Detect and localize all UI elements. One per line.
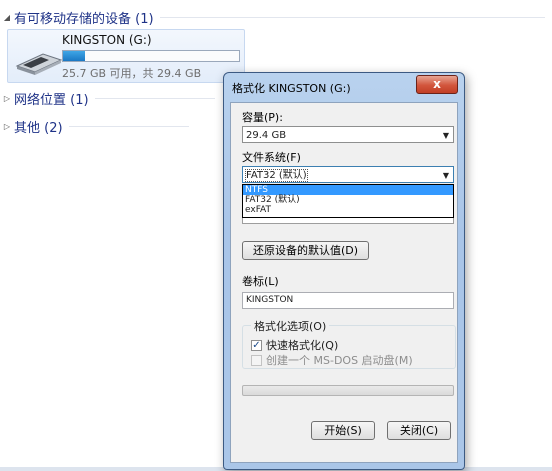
capacity-value: 29.4 GB bbox=[246, 130, 287, 141]
divider bbox=[94, 97, 215, 99]
filesystem-option-fat32[interactable]: FAT32 (默认) bbox=[243, 195, 453, 205]
collapse-arrow-icon[interactable]: ◢ bbox=[0, 13, 14, 22]
format-options-group: 格式化选项(O) ✓ 快速格式化(Q) 创建一个 MS-DOS 启动盘(M) bbox=[242, 318, 456, 369]
format-dialog: 格式化 KINGSTON (G:) x 容量(P): 29.4 GB ▼ 文件系… bbox=[223, 72, 465, 470]
close-icon[interactable]: x bbox=[416, 75, 458, 94]
checkbox-unchecked-icon bbox=[251, 354, 262, 366]
quick-format-option[interactable]: ✓ 快速格式化(Q) bbox=[251, 337, 338, 353]
restore-defaults-button[interactable]: 还原设备的默认值(D) bbox=[242, 241, 369, 260]
drive-name: KINGSTON (G:) bbox=[62, 33, 152, 47]
start-button[interactable]: 开始(S) bbox=[311, 421, 375, 440]
filesystem-option-ntfs[interactable]: NTFS bbox=[243, 185, 453, 195]
group-title: 其他 (2) bbox=[14, 120, 63, 136]
volume-label-label: 卷标(L) bbox=[242, 275, 279, 288]
group-title: 有可移动存储的设备 (1) bbox=[14, 11, 154, 27]
group-other[interactable]: ▷ 其他 (2) bbox=[0, 117, 189, 136]
filesystem-value: FAT32 (默认) bbox=[245, 169, 308, 182]
drive-free-space: 25.7 GB 可用，共 29.4 GB bbox=[62, 67, 202, 80]
expand-arrow-icon[interactable]: ▷ bbox=[0, 122, 14, 131]
checkbox-checked-icon[interactable]: ✓ bbox=[251, 339, 262, 351]
drive-usage-bar bbox=[62, 50, 240, 62]
filesystem-label: 文件系统(F) bbox=[242, 151, 301, 164]
msdos-startup-option: 创建一个 MS-DOS 启动盘(M) bbox=[251, 352, 413, 368]
divider bbox=[68, 125, 189, 127]
capacity-label: 容量(P): bbox=[242, 111, 283, 124]
format-progress-bar bbox=[242, 385, 454, 396]
close-button[interactable]: 关闭(C) bbox=[387, 421, 451, 440]
chevron-down-icon[interactable]: ▼ bbox=[443, 127, 449, 144]
chevron-down-icon[interactable]: ▼ bbox=[443, 167, 449, 184]
dialog-title: 格式化 KINGSTON (G:) bbox=[232, 82, 351, 95]
filesystem-dropdown-list: NTFS FAT32 (默认) exFAT bbox=[242, 184, 454, 218]
group-network-locations[interactable]: ▷ 网络位置 (1) bbox=[0, 89, 215, 108]
drive-tile-kingston[interactable]: KINGSTON (G:) 25.7 GB 可用，共 29.4 GB bbox=[7, 29, 245, 83]
drive-usage-fill bbox=[63, 51, 86, 61]
divider bbox=[159, 16, 545, 18]
capacity-select[interactable]: 29.4 GB ▼ bbox=[242, 126, 454, 143]
dialog-titlebar[interactable]: 格式化 KINGSTON (G:) x bbox=[224, 73, 464, 101]
filesystem-select[interactable]: FAT32 (默认) ▼ bbox=[242, 166, 454, 183]
filesystem-option-exfat[interactable]: exFAT bbox=[243, 205, 453, 215]
usb-drive-icon bbox=[15, 53, 63, 75]
format-options-legend: 格式化选项(O) bbox=[251, 318, 330, 334]
volume-label-input[interactable]: KINGSTON bbox=[242, 292, 454, 309]
msdos-startup-label: 创建一个 MS-DOS 启动盘(M) bbox=[266, 354, 413, 367]
group-title: 网络位置 (1) bbox=[14, 92, 89, 108]
quick-format-label: 快速格式化(Q) bbox=[266, 339, 339, 352]
expand-arrow-icon[interactable]: ▷ bbox=[0, 94, 14, 103]
group-removable-storage[interactable]: ◢ 有可移动存储的设备 (1) bbox=[0, 8, 545, 27]
dialog-body: 容量(P): 29.4 GB ▼ 文件系统(F) FAT32 (默认) ▼ NT… bbox=[230, 102, 458, 463]
